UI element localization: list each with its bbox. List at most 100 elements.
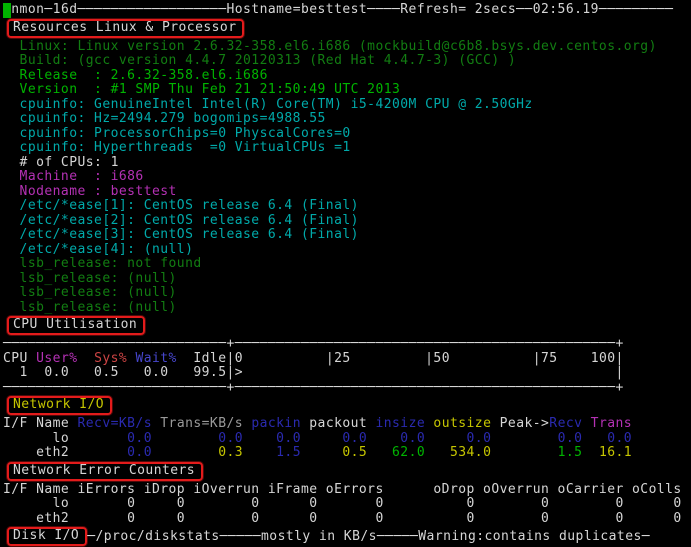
network-row-eth2-seg-7: 1.5 [491, 445, 583, 460]
network-row-lo-seg-3: 0.0 [243, 430, 301, 446]
network-header-line-seg-9: Trans [582, 416, 633, 431]
cpuinfo-threads-line-seg-0: cpuinfo: Hyperthreads =0 VirtualCPUs =1 [3, 140, 351, 155]
cpu-row-1: 1 0.0 0.5 0.0 99.5|> | [3, 365, 691, 381]
etc-release-3-line-seg-0: /etc/*ease[3]: CentOS release 6.4 (Final… [3, 227, 359, 242]
topbar-text: nmon─16d──────────────────Hostname=bestt… [11, 2, 674, 17]
network-row-eth2-seg-4: 0.5 [300, 445, 368, 460]
disk-io-note: ─/proc/diskstats─────mostly in KB/s─────… [87, 529, 651, 544]
network-header-line-seg-0: I/F Name [3, 416, 70, 431]
network-errors-row-lo: lo 0 0 0 0 0 0 0 0 0 [3, 496, 691, 512]
network-header-line-seg-6: outsize [425, 416, 492, 431]
network-row-lo-seg-6: 0.0 [425, 430, 492, 446]
num-cpus-line: # of CPUs: 1 [3, 154, 691, 171]
lsb-release-3-line-seg-0: lsb_release: (null) [3, 285, 177, 300]
network-io-title: Network I/O [7, 396, 113, 415]
cpuinfo-model-line: cpuinfo: GenuineIntel Intel(R) Core(TM) … [3, 97, 691, 113]
lsb-release-1-line-seg-0: lsb_release: not found [3, 256, 202, 271]
network-header-line-seg-8: Recv [549, 416, 583, 431]
network-errors-header-line-seg-0: I/F Name iErrors iDrop iOverrun iFrame o… [3, 481, 682, 497]
lsb-release-3-line: lsb_release: (null) [3, 285, 691, 301]
cpu-header-user: User% [36, 350, 78, 366]
num-cpus-line-seg-0: # of CPUs: 1 [3, 154, 119, 170]
network-row-eth2-seg-5: 62.0 [367, 445, 426, 460]
lsb-release-1-line: lsb_release: not found [3, 256, 691, 272]
terminal-topbar: nmon─16d──────────────────Hostname=bestt… [3, 2, 691, 18]
machine-line-seg-0: Machine : i686 [3, 169, 144, 184]
network-row-eth2: eth2 0.0 0.3 1.5 0.5 62.0 534.0 1.5 16.1 [3, 445, 691, 461]
section-title-network-errors: Network Error Counters [3, 461, 691, 482]
terminal-screen[interactable]: nmon─16d──────────────────Hostname=bestt… [0, 0, 691, 547]
network-row-lo-seg-2: 0.0 [152, 430, 244, 446]
etc-release-3-line: /etc/*ease[3]: CentOS release 6.4 (Final… [3, 227, 691, 243]
etc-release-2-line: /etc/*ease[2]: CentOS release 6.4 (Final… [3, 212, 691, 229]
lsb-release-2-line: lsb_release: (null) [3, 270, 691, 287]
cpu-header-line-seg-2 [78, 351, 95, 366]
cpu-header-sys: Sys% [94, 350, 128, 366]
network-row-lo-seg-5: 0.0 [367, 430, 426, 446]
network-row-lo-seg-1: 0.0 [69, 430, 152, 446]
etc-release-2-line-seg-0: /etc/*ease[2]: CentOS release 6.4 (Final… [3, 212, 359, 228]
network-errors-header-line: I/F Name iErrors iDrop iOverrun iFrame o… [3, 481, 691, 498]
etc-release-1-line: /etc/*ease[1]: CentOS release 6.4 (Final… [3, 198, 691, 214]
network-header-line-seg-2: Trans=KB/s [152, 416, 244, 431]
network-row-eth2-seg-6: 534.0 [425, 445, 492, 460]
network-errors-row-eth2-seg-0: eth2 0 0 0 0 0 0 0 0 0 [3, 510, 682, 526]
network-header-line: I/F Name Recv=KB/s Trans=KB/s packin pac… [3, 416, 691, 432]
network-row-eth2-seg-2: 0.3 [152, 445, 244, 460]
cpu-row-1-seg-0: 1 0.0 0.5 0.0 99.5|> | [3, 365, 624, 380]
resources-title: Resources Linux & Processor [7, 18, 245, 38]
cpuinfo-threads-line: cpuinfo: Hyperthreads =0 VirtualCPUs =1 [3, 140, 691, 156]
release-line: Release : 2.6.32-358.el6.i686 [3, 67, 691, 84]
cpu-header-ruler: |0 |25 |50 |75 100| [226, 350, 624, 366]
cpu-ruler-bottom-line: ───────────────────────────+────────────… [3, 379, 691, 396]
build-line-seg-0: Build: (gcc version 4.4.7 20120313 (Red … [3, 53, 517, 68]
section-title-network-io: Network I/O [3, 396, 691, 416]
network-errors-title: Network Error Counters [7, 461, 204, 481]
linux-version-line: Linux: Linux version 2.6.32-358.el6.i686… [3, 38, 691, 55]
terminal-lines: nmon─16d──────────────────Hostname=bestt… [3, 2, 691, 547]
disk-io-title: Disk I/O [7, 527, 88, 546]
disk-io-line: Disk I/O ─/proc/diskstats─────mostly in K… [3, 527, 691, 547]
network-errors-row-eth2: eth2 0 0 0 0 0 0 0 0 0 [3, 510, 691, 527]
network-row-lo: lo 0.0 0.0 0.0 0.0 0.0 0.0 0.0 0.0 [3, 430, 691, 447]
cpu-ruler-top-line-seg-0: ───────────────────────────+────────────… [3, 336, 624, 351]
section-title-cpu-utilisation: CPU Utilisation [3, 316, 691, 336]
cpuinfo-chips-line: cpuinfo: ProcessorChips=0 PhyscalCores=0 [3, 125, 691, 142]
cpu-header-line-seg-0: CPU [3, 350, 37, 366]
lsb-release-4-line: lsb_release: (null) [3, 299, 691, 316]
network-errors-row-lo-seg-0: lo 0 0 0 0 0 0 0 0 0 [3, 496, 682, 511]
cpuinfo-hz-line-seg-0: cpuinfo: Hz=2494.279 bogomips=4988.55 [3, 111, 326, 126]
network-header-line-seg-1: Recv=KB/s [69, 416, 152, 431]
cpu-header-line: CPU User% Sys% Wait% Idle|0 |25 |50 |75 … [3, 350, 691, 367]
etc-release-4-line: /etc/*ease[4]: (null) [3, 241, 691, 258]
version-line: Version : #1 SMP Thu Feb 21 21:50:49 UTC… [3, 82, 691, 98]
network-row-lo-seg-8: 0.0 [582, 430, 633, 446]
cpu-utilisation-title: CPU Utilisation [7, 316, 146, 335]
machine-line: Machine : i686 [3, 169, 691, 185]
network-row-eth2-seg-1: 0.0 [69, 445, 152, 460]
nodename-line: Nodename : besttest [3, 183, 691, 200]
etc-release-1-line-seg-0: /etc/*ease[1]: CentOS release 6.4 (Final… [3, 198, 359, 213]
network-header-line-seg-3: packin [243, 416, 301, 431]
cpuinfo-hz-line: cpuinfo: Hz=2494.279 bogomips=4988.55 [3, 111, 691, 127]
network-header-line-seg-7: Peak-> [491, 416, 550, 431]
cpu-ruler-bottom-line-seg-0: ───────────────────────────+────────────… [3, 379, 624, 395]
build-line: Build: (gcc version 4.4.7 20120313 (Red … [3, 53, 691, 69]
cpu-header-line-seg-6 [177, 351, 194, 366]
cpu-ruler-top-line: ───────────────────────────+────────────… [3, 336, 691, 352]
nodename-line-seg-0: Nodename : besttest [3, 183, 177, 199]
network-header-line-seg-4: packout [300, 416, 368, 431]
cpuinfo-chips-line-seg-0: cpuinfo: ProcessorChips=0 PhyscalCores=0 [3, 125, 351, 141]
etc-release-4-line-seg-0: /etc/*ease[4]: (null) [3, 241, 194, 257]
version-line-seg-0: Version : #1 SMP Thu Feb 21 21:50:49 UTC… [3, 82, 401, 97]
linux-version-line-seg-0: Linux: Linux version 2.6.32-358.el6.i686… [3, 38, 657, 54]
lsb-release-4-line-seg-0: lsb_release: (null) [3, 299, 177, 315]
network-row-lo-seg-4: 0.0 [300, 430, 368, 446]
section-title-resources: Resources Linux & Processor [3, 18, 691, 39]
release-line-seg-0: Release : 2.6.32-358.el6.i686 [3, 67, 268, 83]
network-header-line-seg-5: insize [367, 416, 426, 431]
network-row-eth2-seg-8: 16.1 [582, 445, 633, 460]
lsb-release-2-line-seg-0: lsb_release: (null) [3, 270, 177, 286]
network-row-eth2-seg-3: 1.5 [243, 445, 301, 460]
network-row-lo-seg-7: 0.0 [491, 430, 583, 446]
